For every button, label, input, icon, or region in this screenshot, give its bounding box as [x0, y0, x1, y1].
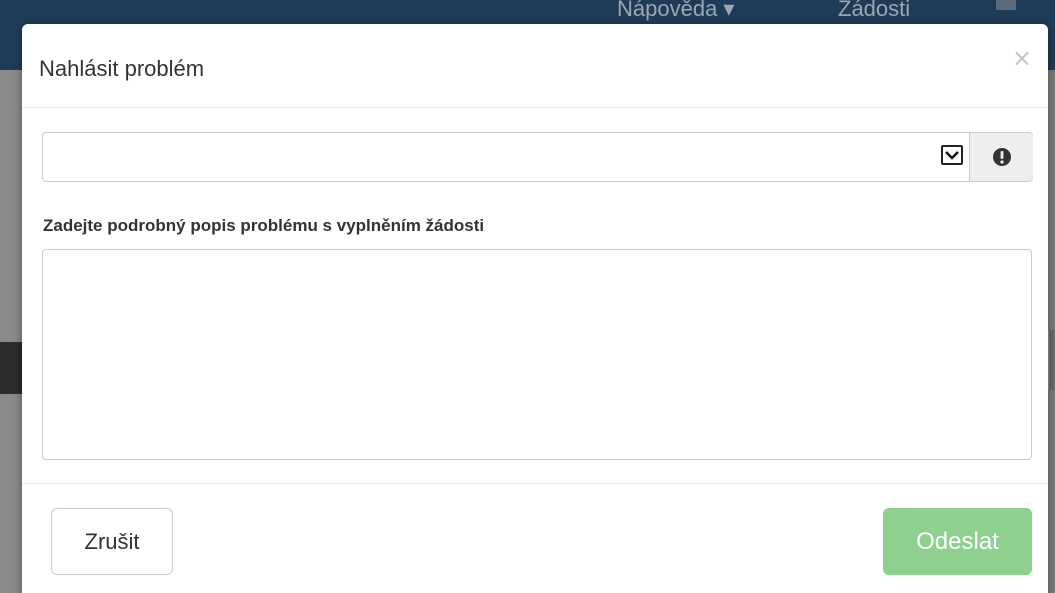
description-label: Zadejte podrobný popis problému s vyplně…: [43, 216, 485, 235]
background-nav-help: Nápověda ▾: [617, 0, 735, 21]
report-problem-modal: Nahlásit problém × Zadejte podrobný popi…: [22, 24, 1048, 593]
background-nav-requests: Žádosti: [838, 0, 911, 21]
description-textarea[interactable]: [42, 249, 1032, 460]
submit-button[interactable]: Odeslat: [883, 508, 1032, 575]
background-left-panel: [0, 70, 22, 593]
background-right-edge: [1048, 330, 1055, 390]
cancel-button[interactable]: Zrušit: [51, 508, 173, 575]
modal-title: Nahlásit problém: [39, 56, 205, 81]
problem-type-select-group: [42, 132, 1033, 182]
exclamation-circle-icon: [993, 148, 1011, 166]
background-left-dark-block: [0, 342, 22, 394]
modal-header: Nahlásit problém ×: [22, 24, 1048, 108]
modal-footer-divider: [22, 483, 1048, 484]
chevron-down-icon[interactable]: [941, 145, 963, 165]
close-icon[interactable]: ×: [1010, 46, 1034, 70]
problem-type-select[interactable]: [43, 133, 969, 181]
info-addon-button[interactable]: [969, 133, 1033, 181]
background-user-icon: [996, 0, 1016, 10]
